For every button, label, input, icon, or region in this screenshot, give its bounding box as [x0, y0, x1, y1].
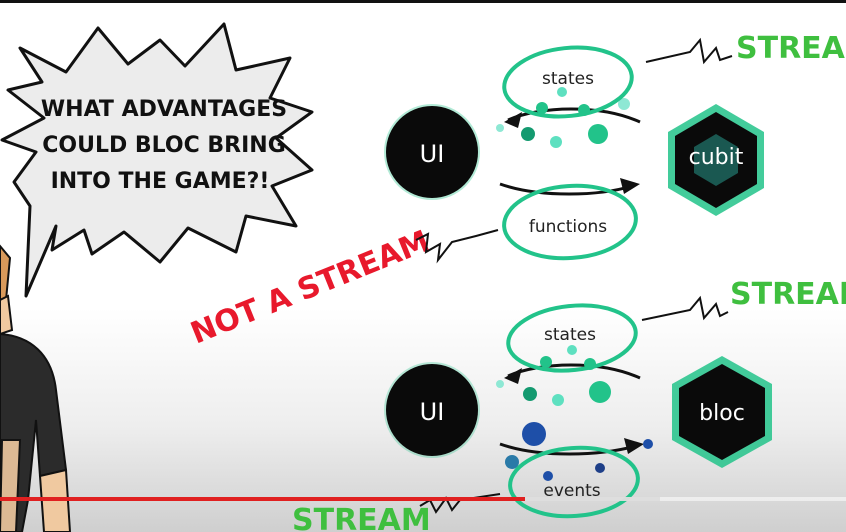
speech-line-2: COULD BLOC BRING	[42, 133, 286, 158]
speech-line-1: WHAT ADVANTAGES	[41, 97, 287, 122]
bloc-ui-label: UI	[420, 398, 445, 426]
cubit-functions-label: functions	[529, 217, 607, 237]
cubit-diagram: UI cubit states functions STREAM	[384, 31, 846, 261]
cubit-node-label: cubit	[689, 145, 744, 170]
video-progress-fill	[0, 497, 525, 501]
cubit-ui-label: UI	[420, 140, 445, 168]
cubit-states-label: states	[542, 69, 594, 89]
video-progress-bar[interactable]	[0, 497, 846, 501]
cartoon-character	[0, 244, 72, 532]
speech-line-3: INTO THE GAME?!	[51, 169, 270, 194]
video-frame: WHAT ADVANTAGES COULD BLOC BRING INTO TH…	[0, 22, 846, 532]
video-buffer-bar	[524, 497, 660, 501]
bloc-diagram: UI bloc states events STREAM STREAM	[292, 277, 846, 532]
bloc-states-label: states	[544, 325, 596, 345]
bloc-node-label: bloc	[699, 401, 745, 426]
bloc-top-stream-label: STREAM	[730, 277, 846, 312]
cubit-stream-label: STREAM	[736, 31, 846, 66]
bloc-bottom-stream-label: STREAM	[292, 503, 431, 532]
speech-bubble: WHAT ADVANTAGES COULD BLOC BRING INTO TH…	[0, 22, 314, 298]
